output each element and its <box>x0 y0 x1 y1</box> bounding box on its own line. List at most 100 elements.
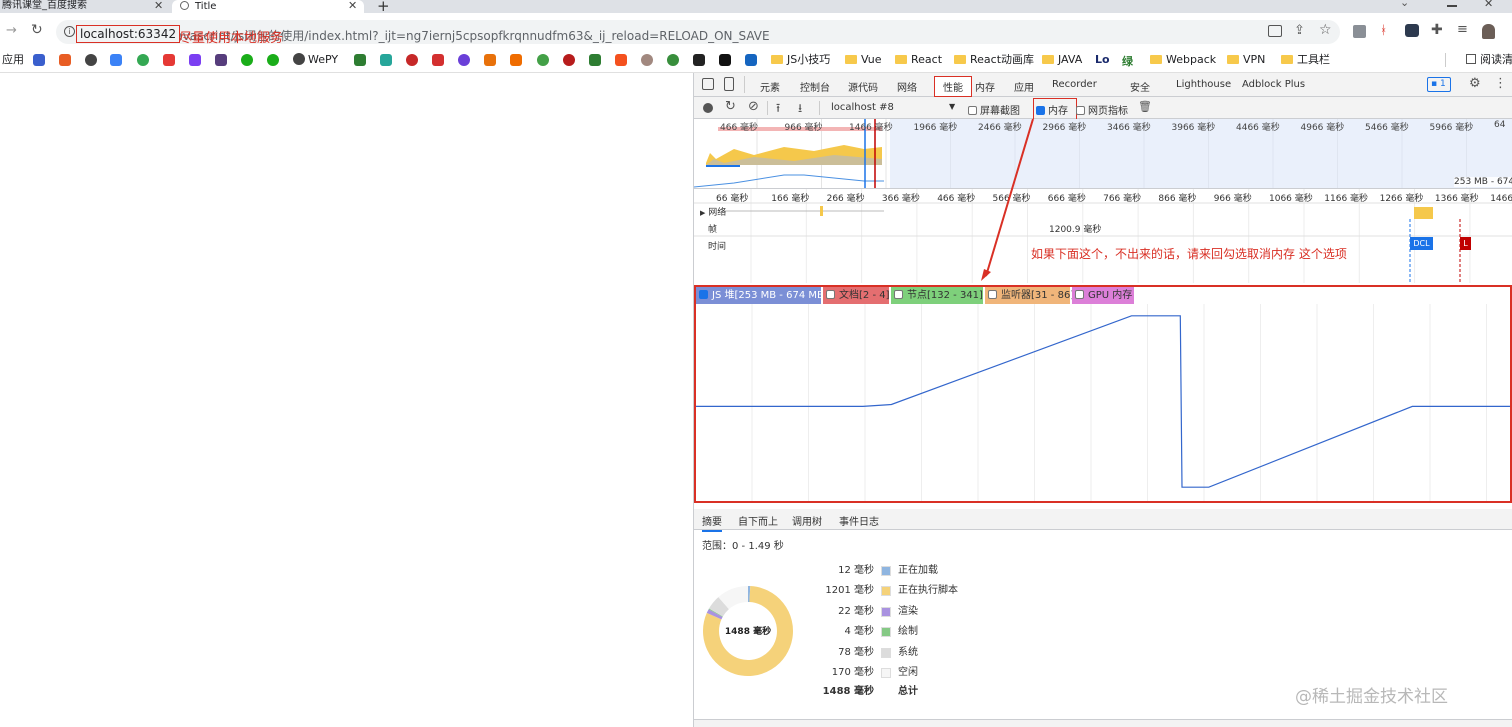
globe-icon <box>180 1 189 10</box>
range-label: 范围：0 - 1.49 秒 <box>702 541 784 552</box>
extension-red-icon[interactable]: ᚼ <box>1380 23 1387 37</box>
profile-avatar[interactable] <box>1482 24 1495 39</box>
tab-search-icon[interactable]: ⌄ <box>1400 0 1409 9</box>
globe-bookmark-icon <box>293 53 305 65</box>
folder-icon <box>1227 55 1239 64</box>
folder-icon <box>1150 55 1162 64</box>
donut-slice-2 <box>706 609 723 620</box>
summary-swatch <box>881 627 891 638</box>
bookmark-wepy[interactable]: WePY <box>293 53 338 67</box>
bookmark-folder-react-anim[interactable]: React动画库 <box>954 53 1034 67</box>
site-purple-icon[interactable] <box>458 54 470 66</box>
baidu-paw-icon[interactable] <box>33 54 45 66</box>
site-green-icon[interactable] <box>137 54 149 66</box>
site-black2-icon[interactable] <box>719 54 731 66</box>
details-tab-bar: 摘要 自下而上 调用树 事件日志 <box>694 509 1512 532</box>
summary-row: 78 毫秒 系统 <box>814 646 1034 660</box>
site-greenc-icon[interactable] <box>537 54 549 66</box>
translate-icon[interactable] <box>1268 25 1282 37</box>
site-orange-icon[interactable] <box>484 54 496 66</box>
window-close-icon[interactable]: ✕ <box>1484 0 1493 10</box>
site-layers-icon[interactable] <box>380 54 392 66</box>
browser-tab-baidu[interactable]: 腾讯课堂_百度搜索 ✕ <box>2 0 168 13</box>
summary-label: 正在加载 <box>898 565 938 576</box>
minimize-icon[interactable] <box>1447 5 1457 7</box>
summary-swatch <box>881 586 891 597</box>
donut-slice-4 <box>709 597 730 617</box>
site-brown-icon[interactable] <box>641 54 653 66</box>
details-tab-1[interactable]: 自下而上 <box>738 513 778 528</box>
site-grid-icon[interactable] <box>354 54 366 66</box>
bookmark-label: VPN <box>1243 53 1266 66</box>
site-red-icon[interactable] <box>163 54 175 66</box>
close-tab-icon[interactable]: ✕ <box>348 0 357 11</box>
browser-tab-title-page[interactable]: Title ✕ <box>172 0 364 13</box>
bookmark-folder-java[interactable]: JAVA <box>1042 53 1082 67</box>
bookmark-folder-vpn[interactable]: VPN <box>1227 53 1265 67</box>
site-blue-icon[interactable] <box>745 54 757 66</box>
site-c-icon[interactable] <box>59 54 71 66</box>
vite-icon[interactable] <box>189 54 201 66</box>
bookmark-label: 阅读清 <box>1480 53 1512 66</box>
bookmark-label: JAVA <box>1058 53 1083 66</box>
folder-icon <box>954 55 966 64</box>
summary-value: 1201 毫秒 <box>825 585 874 597</box>
summary-row: 170 毫秒 空闲 <box>814 666 1034 680</box>
close-tab-icon[interactable]: ✕ <box>154 0 163 11</box>
site-s-icon[interactable] <box>432 54 444 66</box>
summary-value: 78 毫秒 <box>838 646 874 658</box>
summary-swatch <box>881 668 891 678</box>
bookmark-folder-js[interactable]: JS小技巧 <box>771 53 830 67</box>
site-darkred-icon[interactable] <box>563 54 575 66</box>
wechat-icon-2[interactable] <box>267 54 279 66</box>
watermark: @稀土掘金技术社区 <box>1295 687 1448 707</box>
site-info-icon[interactable]: i <box>64 26 75 37</box>
site-green2-icon[interactable] <box>667 54 679 66</box>
browser-tab-title: Title <box>195 1 217 12</box>
summary-swatch <box>881 566 891 576</box>
globe-bookmark-icon[interactable] <box>85 54 97 66</box>
details-tab-2[interactable]: 调用树 <box>792 513 822 528</box>
reload-icon[interactable]: ↻ <box>31 22 43 38</box>
bookmark-folder-webpack[interactable]: Webpack <box>1150 53 1216 67</box>
summary-total-value: 1488 毫秒 <box>822 686 874 697</box>
folder-icon <box>895 55 907 64</box>
page-viewport[interactable] <box>0 73 693 727</box>
donut-slice-5 <box>718 586 749 610</box>
site-black-icon[interactable] <box>693 54 705 66</box>
wechat-icon[interactable] <box>241 54 253 66</box>
extension-cat-icon[interactable] <box>1405 24 1419 37</box>
site-stack-icon[interactable] <box>110 54 122 66</box>
bookmark-folder-react[interactable]: React <box>895 53 942 67</box>
site-green-glyph-icon[interactable]: 绿 <box>1122 53 1133 69</box>
extension-grid-icon[interactable] <box>1353 25 1366 38</box>
url-host[interactable]: localhost:63342 <box>76 25 181 43</box>
donut-center-label: 1488 毫秒 <box>725 625 771 637</box>
js-heap-graph <box>696 304 1510 501</box>
bookmark-star-icon[interactable]: ☆ <box>1319 22 1332 38</box>
reading-list-button[interactable]: 阅读清 <box>1466 53 1512 67</box>
bookmark-label: Webpack <box>1166 53 1217 66</box>
bookmarks-bar: 应用 WePY JS小技巧 Vue React React动画库 JAVA Lo… <box>0 47 1512 73</box>
reading-list-icon[interactable]: ≡ <box>1457 22 1468 37</box>
details-tab-3[interactable]: 事件日志 <box>839 513 879 528</box>
site-f-icon[interactable] <box>615 54 627 66</box>
site-shield-icon[interactable] <box>589 54 601 66</box>
bookmark-folder-tools[interactable]: 工具栏 <box>1281 53 1330 67</box>
share-icon[interactable]: ⇪ <box>1294 23 1305 38</box>
site-flag-icon[interactable] <box>510 54 522 66</box>
summary-value: 170 毫秒 <box>831 667 874 678</box>
bookmark-label: WePY <box>308 53 339 66</box>
bookmark-lo[interactable]: Lo <box>1095 53 1110 67</box>
bookmark-label: Vue <box>861 53 882 66</box>
summary-swatch <box>881 647 891 658</box>
folder-icon <box>845 55 857 64</box>
extensions-puzzle-icon[interactable]: ✚ <box>1431 22 1443 38</box>
bookmark-folder-vue[interactable]: Vue <box>845 53 882 67</box>
apps-shortcut[interactable]: 应用 <box>2 53 24 67</box>
forward-icon[interactable]: → <box>6 23 17 38</box>
site-circle-icon[interactable] <box>406 54 418 66</box>
details-tab-0[interactable]: 摘要 <box>702 513 722 532</box>
bootstrap-icon[interactable] <box>215 54 227 66</box>
annotation-arrow <box>981 118 1034 281</box>
